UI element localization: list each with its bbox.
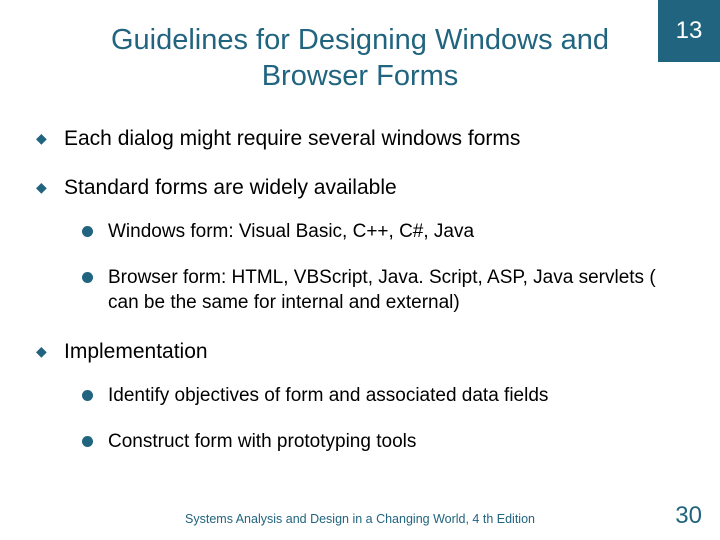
sub-bullet-text: Construct form with prototyping tools	[108, 431, 416, 452]
list-item: Windows form: Visual Basic, C++, C#, Jav…	[82, 219, 686, 245]
list-item: Browser form: HTML, VBScript, Java. Scri…	[82, 265, 686, 316]
slide-number: 13	[676, 17, 703, 45]
page-number: 30	[675, 502, 702, 530]
slide-number-badge: 13	[658, 0, 720, 62]
sub-list: Windows form: Visual Basic, C++, C#, Jav…	[64, 219, 686, 316]
list-item: Implementation Identify objectives of fo…	[34, 338, 686, 455]
list-item: Each dialog might require several window…	[34, 125, 686, 152]
sub-bullet-text: Windows form: Visual Basic, C++, C#, Jav…	[108, 221, 474, 242]
bullet-list: Each dialog might require several window…	[34, 125, 686, 455]
list-item: Standard forms are widely available Wind…	[34, 174, 686, 316]
bullet-text: Implementation	[64, 340, 208, 363]
slide-title: Guidelines for Designing Windows and Bro…	[100, 22, 620, 95]
list-item: Construct form with prototyping tools	[82, 429, 686, 455]
slide: 13 Guidelines for Designing Windows and …	[0, 0, 720, 540]
bullet-text: Standard forms are widely available	[64, 176, 397, 199]
footer-text: Systems Analysis and Design in a Changin…	[0, 512, 720, 526]
sub-bullet-text: Identify objectives of form and associat…	[108, 385, 548, 406]
list-item: Identify objectives of form and associat…	[82, 383, 686, 409]
bullet-text: Each dialog might require several window…	[64, 127, 520, 150]
sub-bullet-text: Browser form: HTML, VBScript, Java. Scri…	[108, 267, 656, 314]
sub-list: Identify objectives of form and associat…	[64, 383, 686, 454]
